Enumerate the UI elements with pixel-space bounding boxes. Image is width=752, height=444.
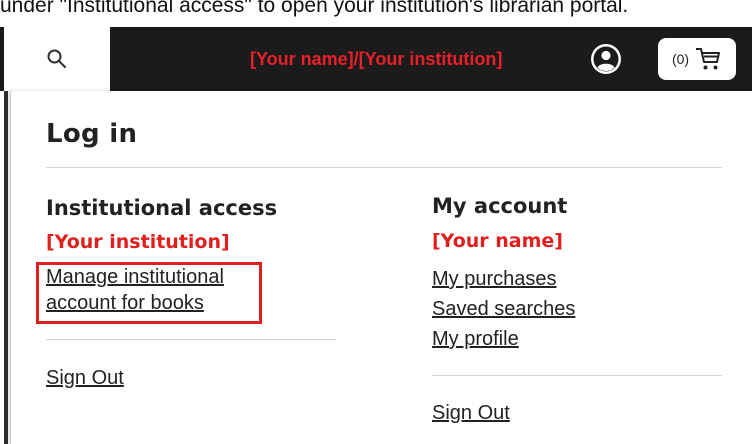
search-icon [47,49,66,68]
cart-count: (0) [671,51,690,67]
user-account-link[interactable]: [Your name]/[Your institution] [250,27,502,91]
account-circle-icon[interactable] [590,43,622,75]
saved-searches-link[interactable]: Saved searches [432,298,575,321]
my-account-heading: My account [432,194,568,218]
page-edge-divider [4,91,8,444]
sign-out-link[interactable]: Sign Out [432,402,510,425]
search-button[interactable] [4,27,110,91]
institutional-access-heading: Institutional access [46,196,278,220]
manage-institutional-account-link[interactable]: Manage institutional [46,266,224,289]
cart-button[interactable]: (0) [658,38,736,80]
divider [46,339,336,340]
divider [46,167,722,168]
panel-title: Log in [46,119,138,149]
account-name: [Your name] [432,230,563,252]
instruction-text: under "Institutional access" to open you… [0,0,629,17]
divider [432,375,722,376]
institution-name: [Your institution] [46,231,230,253]
cart-icon [696,48,721,70]
site-header: [Your name]/[Your institution] (0) [0,27,752,91]
my-purchases-link[interactable]: My purchases [432,268,557,291]
manage-institutional-account-link-line2[interactable]: account for books [46,292,204,315]
my-profile-link[interactable]: My profile [432,328,519,351]
sign-out-link[interactable]: Sign Out [46,367,124,390]
